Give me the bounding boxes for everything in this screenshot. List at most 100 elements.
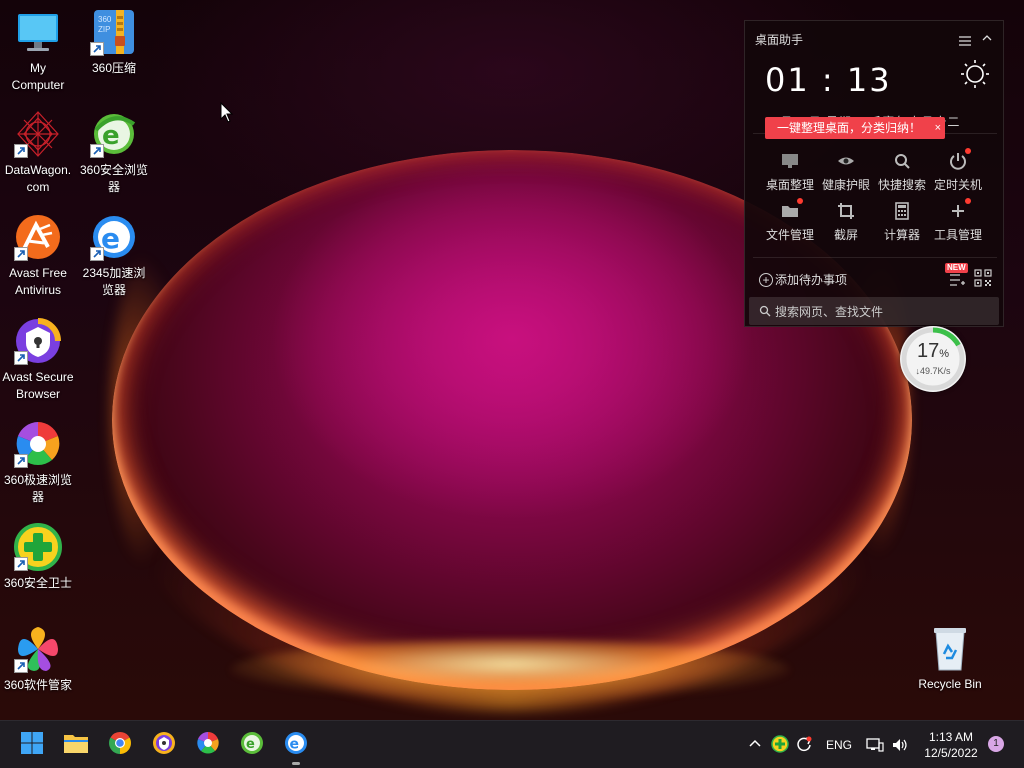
desktop-icon-label: 360安全卫士 — [3, 576, 73, 590]
desktop-icon-my-computer[interactable]: My Computer — [0, 8, 78, 94]
taskbar-clock[interactable]: 1:13 AM 12/5/2022 — [916, 729, 986, 761]
tool-timed-shutdown[interactable]: 定时关机 — [929, 148, 987, 193]
add-todo-label: 添加待办事项 — [775, 273, 848, 287]
notification-count-badge[interactable]: 1 — [988, 736, 1004, 752]
desktop-icon-datawagon[interactable]: DataWagon. com — [0, 110, 78, 196]
wallpaper-orb-rim — [230, 640, 790, 700]
desktop-icon-label: My Computer — [11, 61, 65, 92]
taskbar-360-speed-browser[interactable] — [192, 729, 224, 761]
menu-icon[interactable] — [959, 33, 971, 46]
clock-time: 1:13 AM — [928, 730, 974, 744]
notification-dot — [797, 198, 803, 204]
svg-text:e: e — [102, 121, 120, 151]
tool-screenshot[interactable]: 截屏 — [817, 201, 875, 243]
tool-label: 计算器 — [883, 228, 920, 242]
taskbar-360-safe-browser[interactable]: e — [236, 729, 268, 761]
tool-label: 文件管理 — [765, 228, 814, 242]
avast-secure-browser-icon — [152, 731, 176, 760]
desktop-icon-label: Avast Free Antivirus — [9, 266, 67, 297]
start-button[interactable] — [16, 729, 48, 761]
sun-icon — [960, 59, 990, 89]
desktop-icon-avast-free-antivirus[interactable]: Avast Free Antivirus — [0, 213, 78, 299]
svg-text:360: 360 — [98, 15, 112, 24]
2345-browser-icon: e — [90, 213, 138, 261]
active-app-indicator — [292, 762, 300, 765]
taskbar-avast-secure-browser[interactable] — [148, 729, 180, 761]
chevron-up-icon[interactable] — [981, 31, 993, 43]
shortcut-arrow-icon — [14, 454, 28, 468]
shortcut-arrow-icon — [14, 659, 28, 673]
desktop-icon-360-safe-browser[interactable]: e 360安全浏览 器 — [74, 110, 154, 196]
tray-360-update[interactable] — [795, 721, 813, 768]
taskbar-2345-browser[interactable]: e — [280, 729, 312, 761]
monitor-icon — [14, 8, 62, 56]
file-explorer-icon — [63, 732, 89, 759]
todo-list-icon[interactable] — [949, 273, 965, 287]
tool-calculator[interactable]: 计算器 — [873, 201, 931, 243]
taskbar: e e ENG 1:13 AM 12/5/2022 — [0, 720, 1024, 768]
taskbar-file-explorer[interactable] — [60, 729, 92, 761]
svg-text:e: e — [246, 737, 255, 752]
qr-code-icon[interactable] — [974, 269, 992, 287]
widget-search-input[interactable]: 搜索网页、查找文件 — [749, 297, 999, 325]
desktop-icon-label: Avast Secure Browser — [2, 370, 74, 401]
recycle-bin-icon — [926, 624, 974, 672]
chrome-icon — [108, 731, 132, 760]
desktop-icon-label: 360软件管家 — [3, 678, 73, 692]
desktop-icon-avast-secure-browser[interactable]: Avast Secure Browser — [0, 317, 78, 403]
power-icon — [948, 148, 971, 171]
organize-tip-banner[interactable]: 一键整理桌面，分类归纳！ × — [765, 117, 945, 139]
tool-label: 工具管理 — [933, 228, 982, 242]
new-badge: NEW — [945, 263, 968, 273]
360-safe-guard-icon — [771, 734, 789, 756]
mouse-cursor-icon — [220, 101, 234, 124]
search-placeholder: 搜索网页、查找文件 — [775, 304, 884, 319]
tool-label: 桌面整理 — [765, 178, 814, 192]
tray-360-safe-guard[interactable] — [771, 721, 789, 768]
memory-percent: 17% — [916, 340, 950, 362]
360-speed-browser-icon — [196, 731, 220, 760]
desktop-icon-360-safe-guard[interactable]: 360安全卫士 — [0, 523, 78, 592]
datawagon-icon — [14, 110, 62, 158]
close-icon[interactable]: × — [935, 117, 941, 139]
desktop-icon-360-software-manager[interactable]: 360软件管家 — [0, 625, 78, 694]
search-icon — [759, 305, 771, 317]
chevron-up-icon — [748, 737, 762, 754]
desktop-icon-label: 360安全浏览 器 — [79, 163, 149, 194]
calculator-icon — [892, 201, 912, 221]
plus-circle-icon: + — [759, 272, 773, 287]
tool-tool-manager[interactable]: 工具管理 — [929, 198, 987, 243]
crop-icon — [836, 201, 856, 221]
shortcut-arrow-icon — [14, 557, 28, 571]
network-icon[interactable] — [866, 721, 884, 768]
tool-label: 健康护眼 — [821, 178, 870, 192]
tool-eye-care[interactable]: 健康护眼 — [817, 151, 875, 193]
tool-label: 截屏 — [833, 228, 858, 242]
svg-text:ZIP: ZIP — [98, 25, 110, 34]
tool-file-manager[interactable]: 文件管理 — [761, 198, 819, 243]
360-speed-browser-icon — [14, 420, 62, 468]
tool-desktop-organize[interactable]: 桌面整理 — [761, 151, 819, 193]
desktop-icon-recycle-bin[interactable]: Recycle Bin — [910, 624, 990, 693]
tool-quick-search[interactable]: 快捷搜索 — [873, 151, 931, 193]
widget-title: 桌面助手 — [755, 33, 804, 47]
tool-label: 定时关机 — [933, 178, 982, 192]
shortcut-arrow-icon — [14, 144, 28, 158]
desktop-assistant-widget: 桌面助手 01 : 13 12月05日 星期一 壬寅年十月十二 一键整理桌面，分… — [744, 20, 1004, 327]
desktop-icon-360-speed-browser[interactable]: 360极速浏览 器 — [0, 420, 78, 506]
shortcut-arrow-icon — [90, 247, 104, 261]
add-todo-button[interactable]: + 添加待办事项 — [759, 271, 847, 288]
desktop-icon-360-zip[interactable]: 360 ZIP 360压缩 — [74, 8, 154, 77]
language-indicator[interactable]: ENG — [826, 721, 852, 768]
show-hidden-icons-button[interactable] — [748, 721, 762, 768]
desktop-icon-label: Recycle Bin — [918, 677, 982, 691]
volume-icon[interactable] — [891, 721, 909, 768]
taskbar-chrome[interactable] — [104, 729, 136, 761]
widget-divider — [753, 257, 997, 258]
desktop-icon-label: 2345加速浏 览器 — [82, 266, 146, 297]
windows-start-icon — [20, 731, 44, 760]
shortcut-arrow-icon — [90, 42, 104, 56]
desktop-icon-2345-browser[interactable]: e 2345加速浏 览器 — [74, 213, 154, 299]
network-speed-ball[interactable]: 17% ↓49.7K/s — [900, 326, 966, 392]
monitor-icon — [780, 151, 800, 171]
